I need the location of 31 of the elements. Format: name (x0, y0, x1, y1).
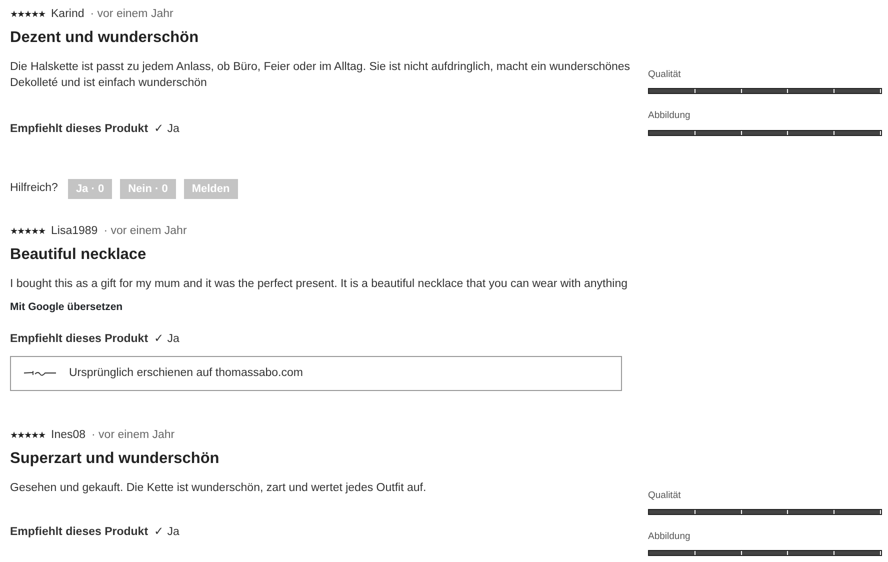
review-title: Beautiful necklace (10, 245, 148, 265)
review-text: Die Halskette ist passt zu jedem Anlass, ob Büro, Feier oder im Alltag. Sie ist nicht aufdringlich, macht ein wunderschönes Dekolleté und ist einfach wunderschön (10, 60, 632, 92)
recommend-label: Empfiehlt dieses Produkt (10, 332, 148, 346)
rating-label: Qualität (648, 488, 682, 503)
recommend-value: ✓ Ja (154, 332, 180, 346)
review-date: · vor einem Jahr (90, 7, 174, 22)
review-text: Gesehen und gekauft. Die Kette ist wunderschön, zart und wertet jedes Outfit auf. (10, 481, 428, 496)
source-text: Ursprünglich erschienen auf thomassabo.com (69, 366, 303, 381)
helpful-label: Hilfreich? (10, 181, 58, 196)
recommend-value: ✓ Ja (154, 525, 180, 540)
review-date: · vor einem Jahr (92, 428, 175, 444)
rating-label: Abbildung (648, 530, 692, 544)
star-rating: ★★★★★ (10, 8, 45, 22)
rating-label: Qualität (648, 68, 682, 82)
review-text: I bought this as a gift for my mum and it was the perfect present. It is a beautiful necklace that you can wear with anything (10, 277, 628, 292)
translate-link[interactable]: Mit Google übersetzen (10, 300, 123, 316)
reviewer-name: Ines08 (51, 428, 86, 444)
review-title: Superzart und wunderschön (10, 448, 220, 469)
reviewer-name: Lisa1989 (51, 224, 98, 240)
review-title: Dezent und wunderschön (10, 28, 200, 48)
review-date: · vor einem Jahr (104, 224, 187, 240)
reviewer-name: Karind (51, 7, 84, 22)
vote-button[interactable]: Nein · 0 (120, 178, 176, 199)
star-rating: ★★★★★ (10, 225, 45, 238)
star-rating: ★★★★★ (10, 429, 45, 442)
recommend-value: ✓ Ja (154, 122, 180, 138)
report-button[interactable]: Melden (184, 178, 238, 199)
rating-label: Abbildung (648, 109, 692, 124)
vote-button[interactable]: Ja · 0 (68, 178, 112, 199)
recommend-label: Empfiehlt dieses Produkt (10, 122, 148, 138)
recommend-label: Empfiehlt dieses Produkt (10, 525, 148, 540)
